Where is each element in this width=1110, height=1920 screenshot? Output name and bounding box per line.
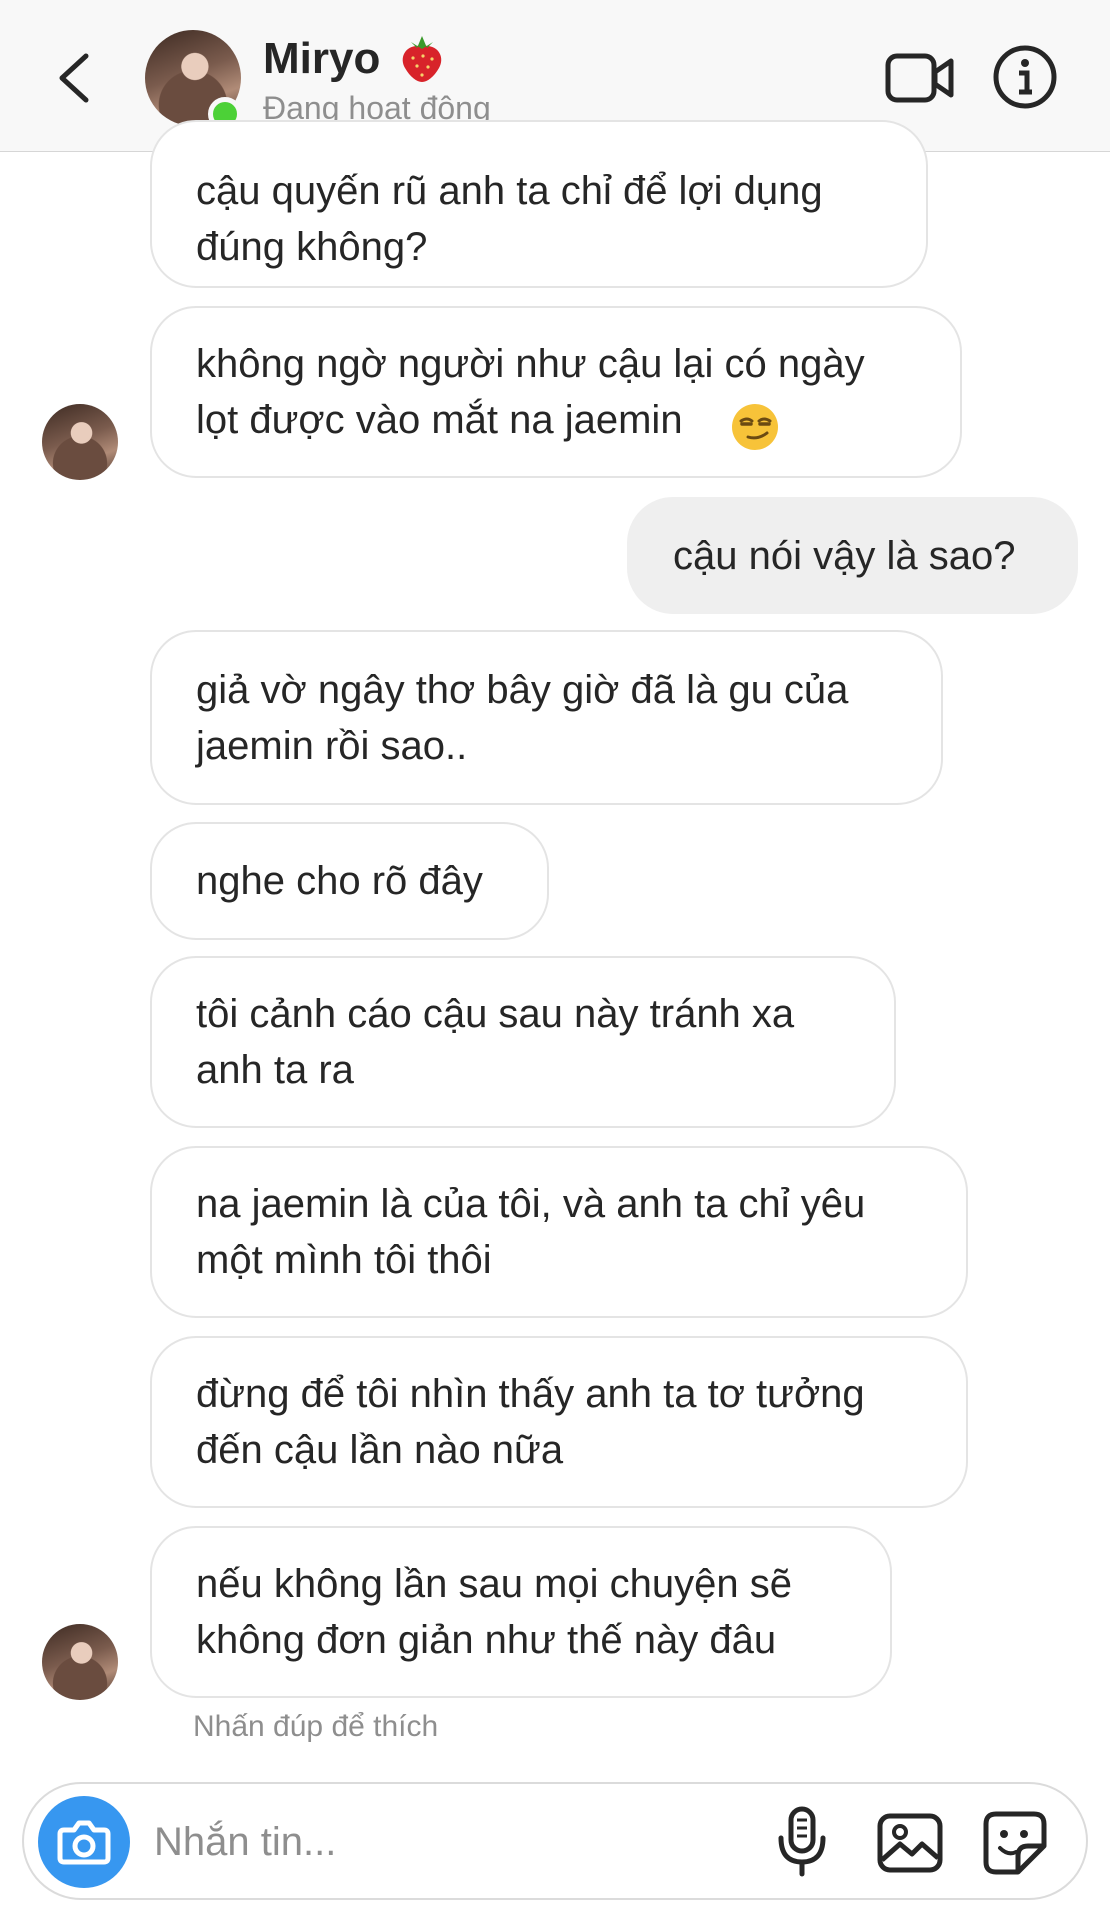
sender-avatar[interactable] (42, 1624, 118, 1700)
info-icon (993, 45, 1057, 109)
camera-button[interactable] (38, 1796, 130, 1888)
message-bubble[interactable]: đừng để tôi nhìn thấy anh ta tơ tưởng đế… (150, 1336, 968, 1508)
message-bubble[interactable]: nếu không lần sau mọi chuyện sẽ không đơ… (150, 1526, 892, 1698)
sticker-icon (983, 1811, 1047, 1875)
microphone-icon (778, 1806, 826, 1877)
strawberry-icon (402, 36, 442, 82)
info-button[interactable] (992, 44, 1058, 110)
gallery-icon (877, 1813, 943, 1873)
sender-avatar[interactable] (42, 404, 118, 480)
contact-name[interactable]: Miryo (263, 34, 380, 84)
video-call-button[interactable] (885, 50, 955, 106)
message-bubble[interactable]: tôi cảnh cáo cậu sau này tránh xa anh ta… (150, 956, 896, 1128)
smirk-emoji-icon (732, 404, 778, 450)
microphone-button[interactable] (776, 1806, 828, 1878)
message-bubble[interactable]: không ngờ người như cậu lại có ngày lọt … (150, 306, 962, 478)
message-composer (22, 1782, 1088, 1900)
message-bubble[interactable]: giả vờ ngây thơ bây giờ đã là gu của jae… (150, 630, 943, 805)
message-bubble[interactable]: cậu quyến rũ anh ta chỉ để lợi dụng đúng… (150, 120, 928, 288)
chevron-left-icon (59, 53, 89, 103)
message-bubble[interactable]: na jaemin là của tôi, và anh ta chỉ yêu … (150, 1146, 968, 1318)
gallery-button[interactable] (876, 1812, 944, 1874)
sticker-button[interactable] (982, 1810, 1048, 1876)
video-call-icon (885, 53, 954, 103)
double-tap-hint: Nhấn đúp để thích (193, 1710, 439, 1743)
message-bubble[interactable]: nghe cho rõ đây (150, 822, 549, 940)
camera-icon (57, 1820, 111, 1865)
sent-message-bubble[interactable]: cậu nói vậy là sao? (627, 497, 1078, 614)
back-button[interactable] (50, 48, 100, 108)
message-input[interactable] (152, 1804, 756, 1880)
